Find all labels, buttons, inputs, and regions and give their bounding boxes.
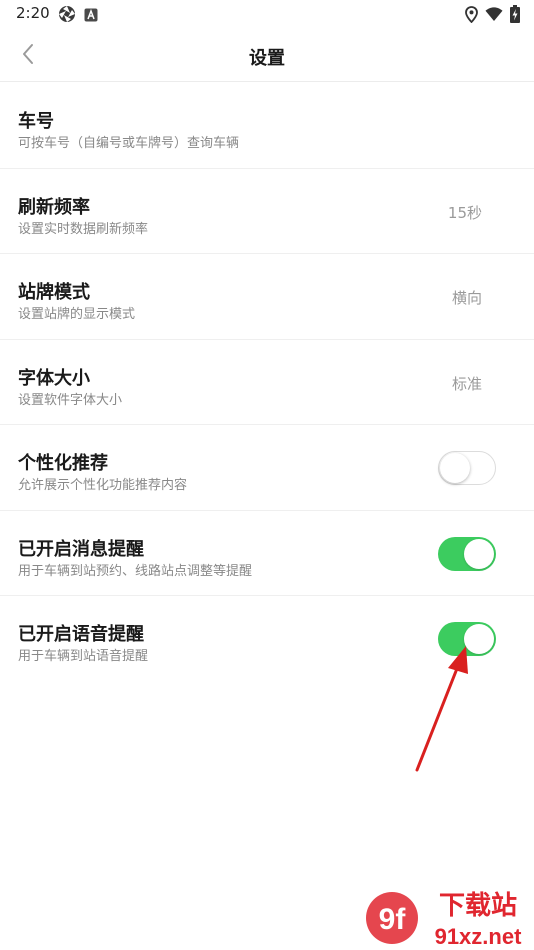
setting-title: 字体大小 [18,367,90,389]
setting-row-refresh-rate[interactable]: 刷新频率 设置实时数据刷新频率 15秒 [0,169,534,254]
svg-text:下载站: 下载站 [439,891,517,921]
setting-value: 标准 [451,374,482,393]
setting-title: 站牌模式 [18,282,90,303]
setting-description: 用于车辆到站语音提醒 [18,649,149,664]
setting-row-stop-sign-mode[interactable]: 站牌模式 设置站牌的显示模式 横向 [0,254,534,340]
annotation-arrow-icon [415,646,468,772]
watermark: 9f 下载站 91xz.net [362,886,534,950]
watermark-logo-icon: 9f 下载站 91xz.net [366,891,522,949]
setting-row-personalized-recommendation: 个性化推荐 允许展示个性化功能推荐内容 [0,425,534,511]
location-icon [465,5,478,27]
setting-description: 设置软件字体大小 [18,392,123,408]
setting-title: 车号 [18,111,54,132]
setting-title: 个性化推荐 [18,453,108,474]
settings-list: 车号 可按车号（自编号或车牌号）查询车辆 刷新频率 设置实时数据刷新频率 15秒… [0,83,534,682]
personalized-recommendation-toggle[interactable] [438,451,496,485]
setting-description: 可按车号（自编号或车牌号）查询车辆 [18,136,240,151]
setting-value: 横向 [451,289,482,307]
setting-description: 设置实时数据刷新频率 [18,221,149,237]
battery-charging-icon [510,5,520,27]
svg-text:9f: 9f [379,903,407,936]
setting-title: 刷新频率 [18,196,90,218]
app-a-icon [84,7,98,26]
status-time: 2:20 [16,4,50,22]
setting-description: 设置站牌的显示模式 [18,307,136,322]
message-reminder-toggle[interactable] [438,536,496,571]
setting-description: 允许展示个性化功能推荐内容 [18,478,188,493]
page-title: 设置 [249,48,285,69]
toggle-knob [440,452,470,483]
setting-title: 已开启语音提醒 [18,624,144,645]
toggle-knob [464,538,494,569]
setting-title: 已开启消息提醒 [18,538,144,560]
nav-bar: 设置 [0,28,534,82]
setting-row-font-size[interactable]: 字体大小 设置软件字体大小 标准 [0,340,534,425]
aperture-icon [58,5,76,27]
svg-text:91xz.net: 91xz.net [435,924,522,949]
status-bar: 2:20 [0,0,534,28]
setting-value: 15秒 [447,203,482,222]
setting-row-message-reminder: 已开启消息提醒 用于车辆到站预约、线路站点调整等提醒 [0,511,534,596]
setting-description: 用于车辆到站预约、线路站点调整等提醒 [18,563,253,579]
wifi-icon [485,6,503,26]
setting-row-car-number[interactable]: 车号 可按车号（自编号或车牌号）查询车辆 [0,83,534,169]
